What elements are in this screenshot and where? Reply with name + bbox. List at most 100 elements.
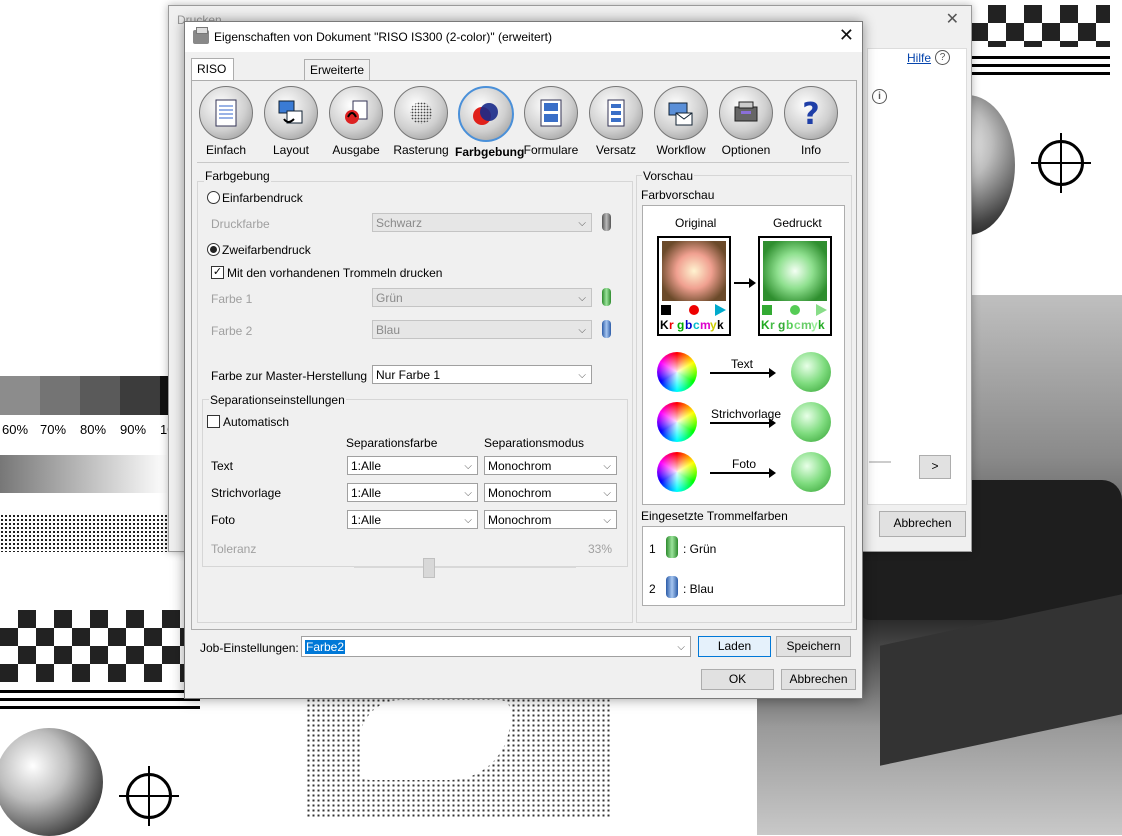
background-crosshair-top	[1038, 140, 1084, 186]
farbe1-select[interactable]: Grün ⌵	[372, 288, 592, 307]
trommeln-checkbox[interactable]: ✓	[211, 266, 224, 279]
toolbar-versatz[interactable]: Versatz	[585, 86, 647, 160]
arrow-right-icon	[710, 468, 776, 478]
sep-row-label: Text	[211, 459, 234, 473]
background-step-2	[40, 376, 80, 415]
svg-text:?: ?	[802, 99, 819, 127]
print-cancel-button[interactable]: Abbrechen	[879, 511, 966, 537]
help-link[interactable]: Hilfe	[907, 51, 931, 65]
sep-modus-select[interactable]: Monochrom ⌵	[484, 456, 617, 475]
zweifarben-label: Zweifarbendruck	[222, 243, 311, 257]
separation-group-title: Separationseinstellungen	[209, 393, 346, 407]
farbe2-label: Farbe 2	[211, 324, 253, 338]
sep-modus-select[interactable]: Monochrom ⌵	[484, 510, 617, 529]
toleranz-slider-thumb[interactable]	[423, 558, 435, 578]
toolbar-layout[interactable]: Layout	[260, 86, 322, 160]
background-checker-bottom	[0, 610, 184, 682]
print-dialog-panel	[867, 48, 967, 505]
green-ball-icon	[791, 452, 831, 492]
chevron-down-icon: ⌵	[464, 488, 472, 499]
druckfarbe-select[interactable]: Schwarz ⌵	[372, 213, 592, 232]
trommel-title: Eingesetzte Trommelfarben	[641, 509, 788, 523]
green-ball-icon	[791, 352, 831, 392]
form-icon	[540, 99, 562, 127]
background-step-label: 90%	[120, 422, 147, 437]
vorschau-group-title: Vorschau	[642, 169, 695, 183]
toleranz-label: Toleranz	[211, 542, 257, 556]
laden-button[interactable]: Laden	[698, 636, 771, 657]
color-wheel-icon	[657, 352, 697, 392]
offset-icon	[607, 99, 625, 127]
arrow-right-icon	[734, 278, 756, 288]
col-separationsmodus: Separationsmodus	[484, 436, 585, 450]
background-gradient-bar	[0, 455, 168, 493]
sep-row-label: Strichvorlage	[211, 486, 282, 500]
sep-farbe-select[interactable]: 1:Alle ⌵	[347, 483, 478, 502]
info-icon[interactable]: i	[872, 89, 887, 104]
background-checker-top	[970, 5, 1110, 47]
layout-icon	[278, 100, 303, 124]
toolbar-label: Workflow	[656, 143, 706, 157]
background-step-label: 70%	[40, 422, 67, 437]
einfarben-radio[interactable]	[207, 191, 220, 204]
cancel-button[interactable]: Abbrechen	[781, 669, 856, 690]
background-step-3	[80, 376, 120, 415]
toolbar-label: Farbgebung	[455, 145, 525, 159]
color-icon	[473, 103, 498, 125]
sep-farbe-select[interactable]: 1:Alle ⌵	[347, 456, 478, 475]
toolbar-label: Optionen	[721, 143, 771, 157]
print-next-button[interactable]: >	[919, 455, 951, 479]
farbvorschau-label: Farbvorschau	[641, 188, 715, 202]
original-thumbnail: K r g b c m y k	[657, 236, 731, 336]
toolbar-label: Einfach	[205, 143, 247, 157]
background-step-1	[0, 376, 40, 415]
master-select[interactable]: Nur Farbe 1 ⌵	[372, 365, 592, 384]
background-sphere-bottom	[0, 728, 103, 836]
farbe1-label: Farbe 1	[211, 292, 253, 306]
workflow-icon	[668, 102, 693, 126]
toolbar-ausgabe[interactable]: Ausgabe	[325, 86, 387, 160]
print-dialog-close-icon[interactable]: ✕	[946, 9, 959, 29]
toolbar-separator	[197, 162, 849, 163]
auto-label: Automatisch	[223, 415, 290, 429]
output-icon	[345, 100, 368, 124]
speichern-button[interactable]: Speichern	[776, 636, 851, 657]
ok-button[interactable]: OK	[701, 669, 774, 690]
auto-checkbox[interactable]	[207, 415, 220, 428]
chevron-down-icon: ⌵	[464, 461, 472, 472]
farbgebung-group-title: Farbgebung	[204, 169, 271, 183]
dialog-title: Eigenschaften von Dokument "RISO IS300 (…	[214, 30, 552, 44]
background-crosshair-bottom	[126, 773, 172, 819]
toolbar-einfach[interactable]: Einfach	[195, 86, 257, 160]
background-lines-top	[970, 56, 1110, 80]
tab-riso[interactable]: RISO IS300 (2-color)	[191, 58, 235, 136]
master-label: Farbe zur Master-Herstellung	[211, 369, 368, 383]
farbe2-select[interactable]: Blau ⌵	[372, 320, 592, 339]
job-settings-label: Job-Einstellungen:	[200, 641, 299, 655]
gedruckt-label: Gedruckt	[773, 216, 822, 230]
job-settings-combo[interactable]: Farbe2 ⌵	[301, 636, 691, 657]
toolbar-rasterung[interactable]: Rasterung	[390, 86, 452, 160]
toleranz-value: 33%	[588, 542, 613, 556]
printed-thumbnail: K r g b c m y k	[758, 236, 832, 336]
dialog-titlebar: Eigenschaften von Dokument "RISO IS300 (…	[185, 22, 862, 52]
chevron-down-icon: ⌵	[464, 515, 472, 526]
toolbar-optionen[interactable]: Optionen	[715, 86, 777, 160]
toolbar-workflow[interactable]: Workflow	[650, 86, 712, 160]
color-wheel-icon	[657, 452, 697, 492]
arrow-right-icon	[710, 368, 776, 378]
sep-modus-select[interactable]: Monochrom ⌵	[484, 483, 617, 502]
drum-blue-icon	[666, 576, 678, 598]
sep-farbe-select[interactable]: 1:Alle ⌵	[347, 510, 478, 529]
zweifarben-radio[interactable]	[207, 243, 220, 256]
toleranz-slider-track[interactable]	[354, 566, 576, 568]
close-icon[interactable]: ✕	[839, 25, 854, 46]
help-question-icon[interactable]: ?	[935, 50, 950, 65]
tab-extended-options[interactable]: Erweiterte Optionen	[304, 59, 371, 97]
toolbar-formulare[interactable]: Formulare	[520, 86, 582, 160]
document-icon	[215, 99, 237, 127]
green-ball-icon	[791, 402, 831, 442]
toolbar-farbgebung[interactable]: Farbgebung	[455, 86, 525, 160]
toolbar-info[interactable]: ? Info	[780, 86, 842, 160]
drum-black-icon	[602, 213, 611, 231]
